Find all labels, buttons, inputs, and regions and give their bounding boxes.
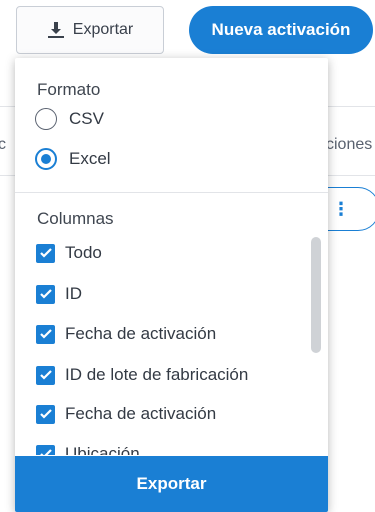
format-option-csv[interactable]: CSV (35, 108, 104, 130)
column-option-activation-date[interactable]: Fecha de activación (36, 324, 216, 344)
checkbox-checked-icon[interactable] (36, 243, 55, 263)
checkbox-checked-icon[interactable] (36, 284, 55, 304)
new-activation-button[interactable]: Nueva activación (189, 6, 373, 54)
checkbox-checked-icon[interactable] (36, 404, 55, 424)
export-button-label: Exportar (72, 21, 134, 38)
export-dropdown: Formato CSV Excel Columnas Todo ID Fecha… (15, 58, 328, 512)
checkbox-checked-icon[interactable] (36, 444, 55, 455)
kebab-icon: ⋮ (332, 199, 350, 219)
format-section-title: Formato (37, 80, 101, 99)
column-option-location[interactable]: Ubicación (36, 444, 140, 455)
column-option-id[interactable]: ID (36, 284, 82, 304)
format-option-excel[interactable]: Excel (35, 148, 111, 170)
export-submit-button[interactable]: Exportar (15, 456, 328, 512)
column-option-label: ID de lote de fabricación (65, 365, 249, 384)
checkbox-checked-icon[interactable] (36, 365, 55, 385)
export-button[interactable]: Exportar (16, 6, 164, 54)
column-option-activation-date-2[interactable]: Fecha de activación (36, 404, 216, 424)
radio-excel[interactable] (35, 148, 57, 170)
columns-scrollbar[interactable] (311, 237, 321, 353)
checkbox-checked-icon[interactable] (36, 324, 55, 344)
columns-list: Todo ID Fecha de activación ID de lote d… (15, 233, 328, 455)
download-icon (47, 22, 64, 38)
format-option-label: Excel (69, 149, 111, 168)
column-option-label: Fecha de activación (65, 324, 217, 343)
radio-csv[interactable] (35, 108, 57, 130)
format-option-label: CSV (69, 109, 104, 128)
column-option-label: Ubicación (65, 444, 140, 455)
section-divider (15, 192, 328, 193)
column-option-label: ID (65, 284, 82, 303)
columns-section-title: Columnas (37, 209, 114, 228)
column-header-fragment-left: c (0, 136, 6, 153)
column-option-batch-id[interactable]: ID de lote de fabricación (36, 365, 248, 385)
column-option-label: Todo (65, 243, 102, 262)
column-option-todo[interactable]: Todo (36, 243, 102, 263)
column-header-actions: ciones (326, 136, 373, 153)
column-option-label: Fecha de activación (65, 404, 217, 423)
